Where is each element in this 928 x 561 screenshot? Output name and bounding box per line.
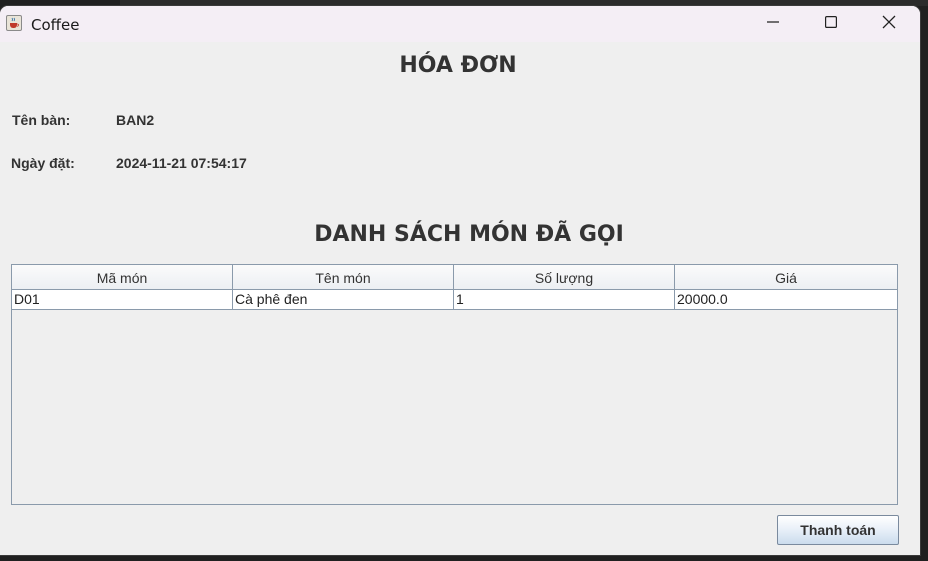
title-bar[interactable]: Coffee xyxy=(0,6,920,42)
minimize-icon xyxy=(767,15,779,33)
pay-button[interactable]: Thanh toán xyxy=(777,515,899,545)
maximize-icon xyxy=(825,15,838,33)
close-button[interactable] xyxy=(860,6,918,42)
close-icon xyxy=(882,15,896,34)
ordered-items-heading: DANH SÁCH MÓN ĐÃ GỌI xyxy=(314,222,624,247)
order-date-value: 2024-11-21 07:54:17 xyxy=(116,155,247,171)
table-body: D01 Cà phê đen 1 20000.0 xyxy=(12,290,897,310)
minimize-button[interactable] xyxy=(744,6,802,42)
column-header-name[interactable]: Tên món xyxy=(233,265,454,290)
app-window: Coffee HÓA ĐƠN Tên bàn: BAN2 Ngày đặt: 2… xyxy=(0,6,920,555)
cell-price[interactable]: 20000.0 xyxy=(675,290,897,310)
column-header-code[interactable]: Mã món xyxy=(12,265,233,290)
invoice-heading: HÓA ĐƠN xyxy=(399,53,517,78)
table-row[interactable]: D01 Cà phê đen 1 20000.0 xyxy=(12,290,897,310)
order-date-label: Ngày đặt: xyxy=(11,155,75,171)
maximize-button[interactable] xyxy=(802,6,860,42)
cell-code[interactable]: D01 xyxy=(12,290,233,310)
column-header-price[interactable]: Giá xyxy=(675,265,897,290)
window-title: Coffee xyxy=(31,16,80,34)
ordered-items-table[interactable]: Mã món Tên món Số lượng Giá D01 Cà phê đ… xyxy=(11,264,898,505)
cell-quantity[interactable]: 1 xyxy=(454,290,675,310)
cell-name[interactable]: Cà phê đen xyxy=(233,290,454,310)
column-header-quantity[interactable]: Số lượng xyxy=(454,265,675,290)
table-name-label: Tên bàn: xyxy=(12,112,71,128)
java-cup-icon xyxy=(6,15,22,31)
table-name-value: BAN2 xyxy=(116,112,155,128)
table-header: Mã món Tên món Số lượng Giá xyxy=(12,265,897,290)
